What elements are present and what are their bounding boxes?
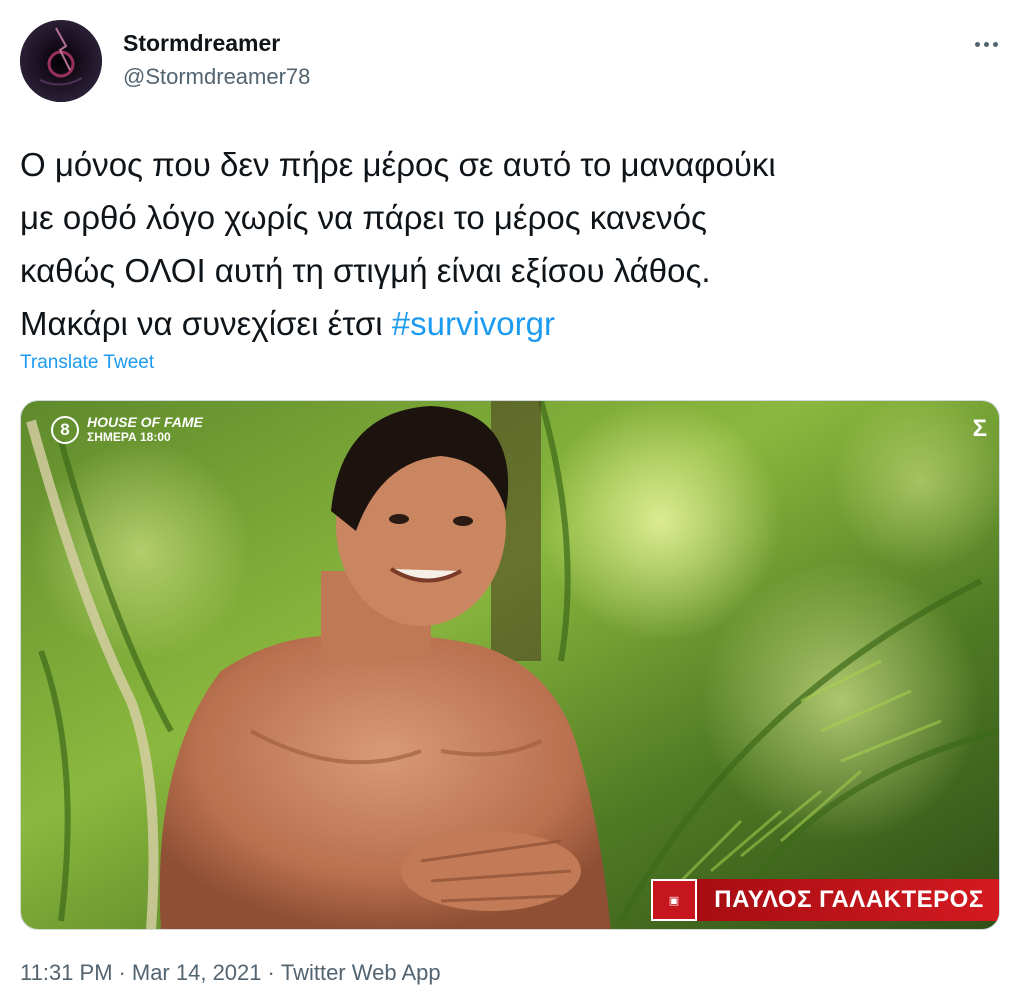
channel-promo: 8 HOUSE OF FAME ΣΗΜΕΡΑ 18:00 xyxy=(51,415,203,445)
tweet-text-line: Μακάρι να συνεχίσει έτσι #survivorgr xyxy=(20,297,1000,350)
meta-separator: · xyxy=(118,960,126,985)
meta-separator: · xyxy=(267,960,275,985)
tweet-text-last: Μακάρι να συνεχίσει έτσι xyxy=(20,305,392,342)
translate-tweet-link[interactable]: Translate Tweet xyxy=(20,352,154,374)
avatar[interactable] xyxy=(20,20,102,102)
display-name[interactable]: Stormdreamer xyxy=(123,30,280,57)
tweet-date[interactable]: Mar 14, 2021 xyxy=(132,960,262,986)
tweet-source-app[interactable]: Twitter Web App xyxy=(281,960,441,986)
tweet-time[interactable]: 11:31 PM xyxy=(20,960,113,986)
channel-logo: 8 xyxy=(51,416,79,444)
avatar-icon xyxy=(20,20,102,102)
tweet-text: Ο μόνος που δεν πήρε μέρος σε αυτό το μα… xyxy=(20,138,1000,350)
user-handle[interactable]: @Stormdreamer78 xyxy=(123,64,310,90)
promo-title: HOUSE OF FAME xyxy=(87,414,203,430)
more-options-icon[interactable] xyxy=(966,30,1006,58)
tweet-metadata: 11:31 PM · Mar 14, 2021 · Twitter Web Ap… xyxy=(20,960,441,986)
hashtag-link[interactable]: #survivorgr xyxy=(392,305,555,342)
promo-time: ΣΗΜΕΡΑ 18:00 xyxy=(87,430,171,444)
show-badge-icon: ▣ xyxy=(651,879,697,921)
tweet: Stormdreamer @Stormdreamer78 Ο μόνος που… xyxy=(0,0,1024,1007)
tweet-text-line: καθώς ΟΛΟΙ αυτή τη στιγμή είναι εξίσου λ… xyxy=(20,252,711,289)
lower-third-caption: ▣ ΠΑΥΛΟΣ ΓΑΛΑΚΤΕΡΟΣ xyxy=(651,879,999,921)
tweet-media-image[interactable]: 8 HOUSE OF FAME ΣΗΜΕΡΑ 18:00 Σ ▣ ΠΑΥΛΟΣ … xyxy=(20,400,1000,930)
network-logo: Σ xyxy=(972,415,987,442)
media-photo xyxy=(21,401,999,929)
tweet-text-line: με ορθό λόγο χωρίς να πάρει το μέρος καν… xyxy=(20,199,707,236)
tweet-text-line: Ο μόνος που δεν πήρε μέρος σε αυτό το μα… xyxy=(20,146,776,183)
lower-third-name: ΠΑΥΛΟΣ ΓΑΛΑΚΤΕΡΟΣ xyxy=(697,879,999,921)
